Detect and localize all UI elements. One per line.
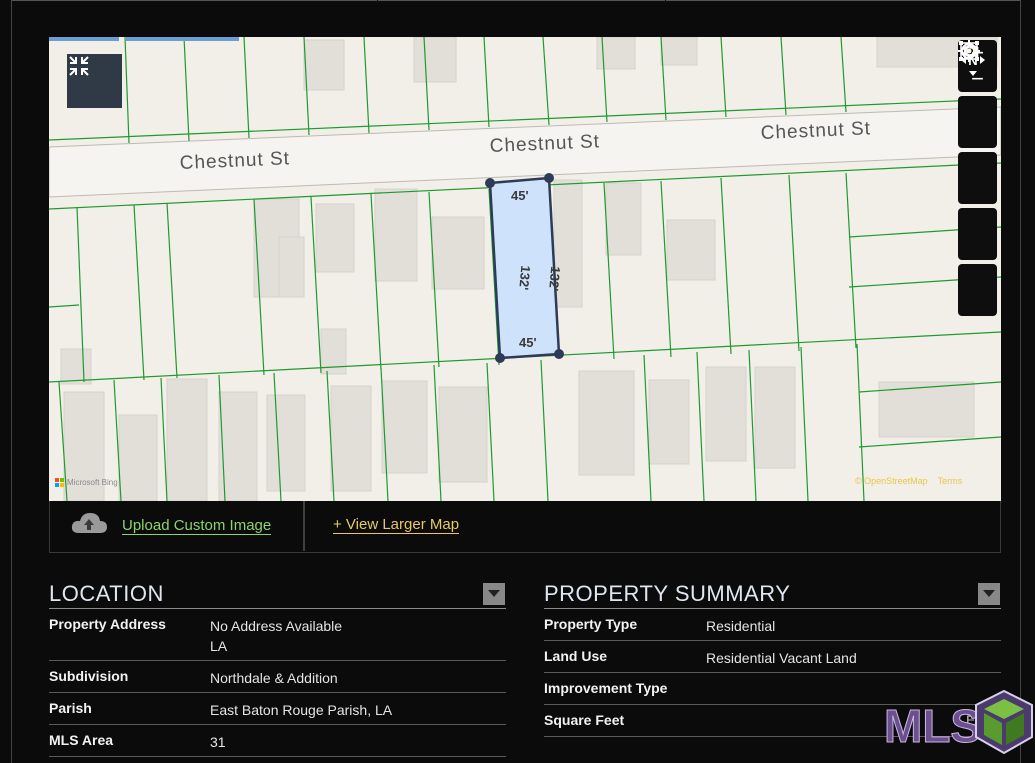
- map-footer: Upload Custom Image + View Larger Map: [49, 501, 1001, 553]
- cloud-upload-icon: [71, 513, 107, 533]
- address-line-2: LA: [210, 638, 228, 654]
- top-divider: [12, 0, 377, 1]
- row-value: 31: [210, 734, 226, 750]
- row-value: Residential Vacant Land: [706, 650, 857, 666]
- summary-row: Land Use Residential Vacant Land: [544, 641, 1001, 673]
- collapse-icon: [69, 56, 89, 76]
- row-value: Northdale & Addition: [210, 670, 338, 686]
- parcel-vertex: [544, 173, 554, 183]
- summary-row: Property Type Residential: [544, 609, 1001, 641]
- location-panel: LOCATION Property Address No Address Ava…: [49, 579, 506, 757]
- row-label: Square Feet: [544, 712, 625, 728]
- chevron-down-icon: [488, 590, 500, 597]
- crosshair-icon: [958, 40, 980, 62]
- footer-divider: [303, 501, 305, 551]
- row-label: MLS Area: [49, 732, 114, 748]
- location-row: Subdivision Northdale & Addition: [49, 661, 506, 693]
- row-value: East Baton Rouge Parish, LA: [210, 702, 393, 718]
- address-line-1: No Address Available: [210, 618, 343, 634]
- mls-logo: MLS: [884, 689, 1033, 755]
- parcel-dim-right: 132': [546, 266, 563, 292]
- location-toggle-button[interactable]: [483, 583, 505, 605]
- settings-button[interactable]: [958, 42, 997, 204]
- collapse-map-button[interactable]: [67, 54, 122, 108]
- top-strip: [0, 0, 1035, 6]
- map-scale-bar: [49, 37, 239, 41]
- attribution-provider-text: Microsoft Bing: [67, 478, 118, 487]
- row-label: Subdivision: [49, 668, 129, 684]
- top-divider: [666, 0, 1020, 1]
- row-label: Improvement Type: [544, 680, 668, 696]
- location-row: MLS Area 31: [49, 725, 506, 757]
- parcel-dim-top: 45': [511, 188, 529, 203]
- parcel-vertex: [554, 349, 564, 359]
- summary-toggle-button[interactable]: [978, 583, 1000, 605]
- locate-button[interactable]: [958, 40, 997, 316]
- row-value: Residential: [706, 618, 776, 634]
- compass-button[interactable]: N: [958, 44, 997, 148]
- parcel-vertex: [485, 178, 495, 188]
- view-larger-map-link[interactable]: + View Larger Map: [333, 516, 460, 534]
- parcel-vertex: [495, 353, 505, 363]
- row-label: Property Address: [49, 616, 166, 632]
- map-attribution-provider: Microsoft Bing: [55, 478, 118, 487]
- parcel-dim-bottom: 45': [519, 335, 537, 350]
- osm-link[interactable]: © OpenStreetMap: [855, 476, 928, 486]
- chevron-down-icon: [983, 590, 995, 597]
- frame-border: [11, 0, 12, 763]
- draw-area-button[interactable]: [958, 41, 997, 260]
- top-divider: [378, 0, 665, 1]
- map-toolbar: + − N: [958, 40, 997, 320]
- parcel-map[interactable]: 45' 45' 132' 132' Chestnut St Chestnut S…: [49, 37, 1001, 501]
- terms-link[interactable]: Terms: [938, 476, 963, 486]
- location-row: Property Address No Address Available LA: [49, 609, 506, 661]
- row-label: Property Type: [544, 616, 638, 632]
- microsoft-logo-icon: [55, 478, 64, 487]
- row-value: No Address Available LA: [210, 616, 342, 656]
- location-title: LOCATION: [49, 579, 506, 609]
- location-row: Parish East Baton Rouge Parish, LA: [49, 693, 506, 725]
- svg-text:MLS: MLS: [884, 700, 981, 752]
- upload-custom-image-link[interactable]: Upload Custom Image: [122, 517, 272, 535]
- map-attribution-osm: © OpenStreetMap Terms: [855, 476, 962, 486]
- property-summary-title: PROPERTY SUMMARY: [544, 579, 1001, 609]
- row-label: Parish: [49, 700, 92, 716]
- map-canvas[interactable]: 45' 45' 132' 132' Chestnut St Chestnut S…: [49, 37, 1001, 501]
- parcel-dim-left: 132': [516, 265, 533, 291]
- frame-border: [1020, 0, 1021, 763]
- row-label: Land Use: [544, 648, 608, 664]
